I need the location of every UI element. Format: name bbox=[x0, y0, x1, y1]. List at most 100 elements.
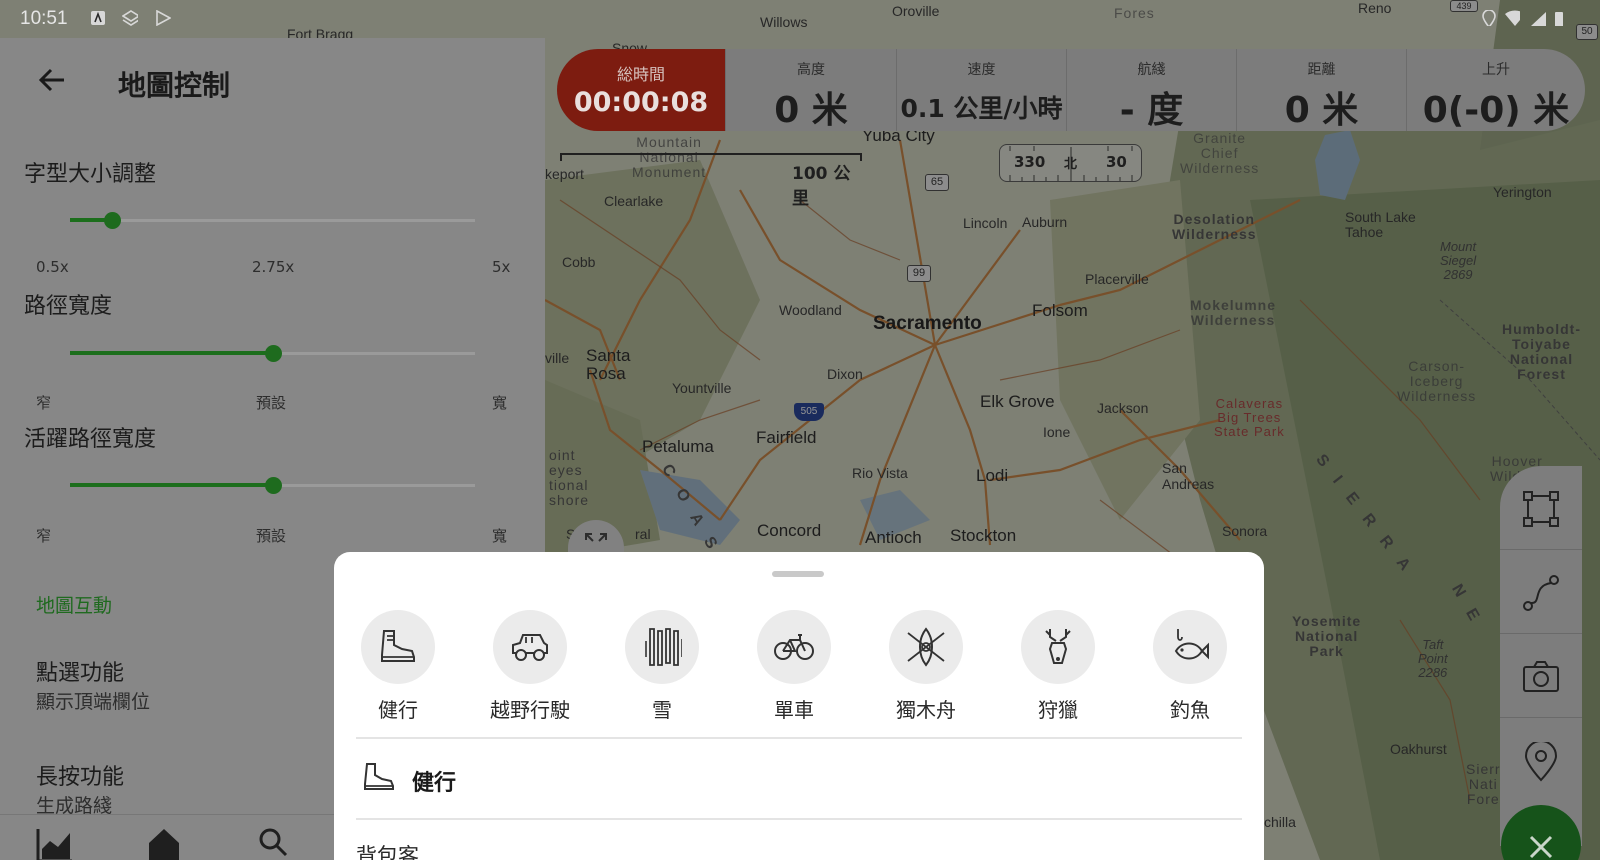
page-title: 地圖控制 bbox=[118, 69, 231, 102]
activity-fishing[interactable]: 釣魚 bbox=[1140, 610, 1240, 723]
font-size-tick-mid: 2.75x bbox=[252, 258, 295, 276]
map-label-concord: Concord bbox=[757, 521, 822, 540]
map-label-fairfield: Fairfield bbox=[756, 428, 817, 447]
map-label-stockton: Stockton bbox=[950, 526, 1017, 545]
activity-bicycle[interactable]: 單車 bbox=[744, 610, 844, 723]
close-button[interactable] bbox=[1501, 805, 1581, 860]
map-label-ione: Ione bbox=[1043, 424, 1071, 440]
map-label-woodland: Woodland bbox=[779, 302, 842, 318]
map-label-taft-point: Taft Point 2286 bbox=[1418, 637, 1448, 680]
map-label-antioch: Antioch bbox=[865, 528, 922, 547]
back-arrow-icon[interactable] bbox=[36, 64, 68, 96]
hiking-boot-icon bbox=[381, 630, 415, 662]
close-icon bbox=[1529, 835, 1553, 859]
layers-icon bbox=[122, 10, 138, 26]
stat-altitude[interactable]: 高度 0 米 bbox=[725, 49, 896, 131]
map-label-auburn: Auburn bbox=[1022, 214, 1068, 230]
activity-bottom-sheet[interactable]: 健行 越野行駛 雪 單車 獨木舟 狩獵 釣魚 健行 背包客 bbox=[334, 552, 1264, 860]
stat-altitude-label: 高度 bbox=[797, 62, 825, 78]
tap-function-title[interactable]: 點選功能 bbox=[36, 655, 124, 687]
activity-offroad[interactable]: 越野行駛 bbox=[480, 610, 580, 723]
map-label-yountville: Yountville bbox=[672, 380, 732, 396]
stat-ascent[interactable]: 上升 0(-0) 米 bbox=[1406, 49, 1585, 131]
map-label-south-lake-tahoe: South Lake Tahoe bbox=[1345, 209, 1416, 240]
map-label-ral: ral bbox=[635, 526, 651, 542]
map-label-lodi: Lodi bbox=[976, 466, 1009, 485]
stat-ascent-value: 0(-0) 米 bbox=[1422, 90, 1570, 131]
bicycle-icon bbox=[774, 634, 814, 660]
font-size-title: 字型大小調整 bbox=[24, 162, 157, 187]
map-label-folsom: Folsom bbox=[1032, 301, 1088, 320]
map-label-mokelumne: Mokelumne Wilderness bbox=[1190, 297, 1277, 328]
waypoint-tool-button[interactable] bbox=[1500, 718, 1582, 802]
map-label-elk-grove: Elk Grove bbox=[980, 392, 1055, 411]
stat-distance[interactable]: 距離 0 米 bbox=[1236, 49, 1406, 131]
font-size-slider[interactable] bbox=[70, 210, 475, 230]
scale-bar-label: 100 公里 bbox=[792, 164, 851, 209]
activity-hunting[interactable]: 狩獵 bbox=[1008, 610, 1108, 723]
activity-snow[interactable]: 雪 bbox=[612, 610, 712, 723]
stat-heading-label: 航綫 bbox=[1137, 62, 1166, 78]
active-path-width-tick-min: 窄 bbox=[36, 527, 52, 545]
activity-fishing-label: 釣魚 bbox=[1170, 698, 1210, 722]
battery-icon bbox=[1555, 12, 1563, 26]
route-tool-button[interactable] bbox=[1500, 550, 1582, 634]
map-label-lincoln: Lincoln bbox=[963, 215, 1008, 231]
stat-ascent-label: 上升 bbox=[1482, 62, 1510, 78]
map-label-point-reyes: oint eyes tional shore bbox=[549, 447, 590, 508]
activity-kayak[interactable]: 獨木舟 bbox=[876, 610, 976, 723]
active-path-width-slider-thumb[interactable] bbox=[265, 477, 282, 494]
area-tool-button[interactable] bbox=[1500, 466, 1582, 550]
search-icon[interactable] bbox=[256, 825, 292, 860]
map-label-san-andreas: San Andreas bbox=[1162, 460, 1215, 492]
sheet-drag-handle[interactable] bbox=[772, 571, 824, 577]
font-size-slider-thumb[interactable] bbox=[104, 212, 121, 229]
compass-heading[interactable]: 330 北 30 bbox=[999, 144, 1142, 182]
stat-speed[interactable]: 速度 0.1 公里/小時 bbox=[896, 49, 1066, 131]
home-icon[interactable] bbox=[146, 825, 182, 860]
route-shield-505: 505 bbox=[794, 403, 824, 421]
app-a-icon bbox=[91, 11, 105, 25]
route-icon bbox=[1523, 575, 1559, 611]
total-time-cell[interactable]: 総時間 00:00:08 bbox=[557, 49, 725, 131]
signal-icon bbox=[1531, 11, 1546, 26]
kayak-icon bbox=[907, 627, 945, 667]
map-label-yerington: Yerington bbox=[1493, 184, 1552, 200]
sub-activity-item[interactable]: 背包客 bbox=[356, 840, 419, 860]
stat-distance-value: 0 米 bbox=[1284, 90, 1359, 131]
long-press-title[interactable]: 長按功能 bbox=[36, 759, 124, 791]
map-label-chilla: chilla bbox=[1264, 814, 1296, 830]
camera-tool-button[interactable] bbox=[1500, 634, 1582, 718]
wifi-icon bbox=[1505, 10, 1520, 26]
skis-icon bbox=[645, 628, 682, 666]
status-bar: 10:51 bbox=[0, 0, 1600, 38]
path-width-tick-mid: 預設 bbox=[256, 394, 287, 412]
map-tools-toolbar bbox=[1500, 466, 1582, 846]
active-path-width-tick-mid: 預設 bbox=[256, 527, 287, 545]
map-label-petaluma: Petaluma bbox=[642, 437, 714, 456]
map-label-clearlake: Clearlake bbox=[604, 193, 664, 209]
location-icon bbox=[1482, 10, 1496, 26]
active-path-width-tick-max: 寬 bbox=[492, 527, 508, 545]
status-time: 10:51 bbox=[20, 8, 68, 29]
path-width-slider-thumb[interactable] bbox=[265, 345, 282, 362]
active-path-width-slider[interactable] bbox=[70, 475, 475, 495]
activity-hiking[interactable]: 健行 bbox=[348, 610, 448, 723]
sheet-divider-top bbox=[356, 737, 1242, 739]
stats-icon[interactable] bbox=[36, 825, 72, 860]
tap-function-value[interactable]: 顯示頂端欄位 bbox=[36, 687, 150, 714]
map-label-granite: Granite Chief Wilderness bbox=[1180, 130, 1260, 176]
play-store-icon bbox=[156, 10, 171, 26]
hiking-boot-icon bbox=[364, 763, 394, 790]
map-label-calaveras: Calaveras Big Trees State Park bbox=[1214, 396, 1285, 439]
stat-heading[interactable]: 航綫 - 度 bbox=[1066, 49, 1236, 131]
map-label-dixon: Dixon bbox=[827, 366, 863, 382]
map-label-sonora: Sonora bbox=[1222, 523, 1268, 539]
activity-kayak-label: 獨木舟 bbox=[896, 698, 956, 722]
map-label-ville: ville bbox=[545, 350, 570, 366]
map-label-yosemite: Yosemite National Park bbox=[1292, 613, 1362, 659]
sheet-divider-bottom bbox=[356, 818, 1242, 820]
path-width-slider[interactable] bbox=[70, 343, 475, 363]
trip-stats-bar[interactable]: 総時間 00:00:08 高度 0 米 速度 0.1 公里/小時 航綫 - 度 … bbox=[557, 49, 1585, 131]
panel-header: 地圖控制 bbox=[0, 38, 545, 130]
